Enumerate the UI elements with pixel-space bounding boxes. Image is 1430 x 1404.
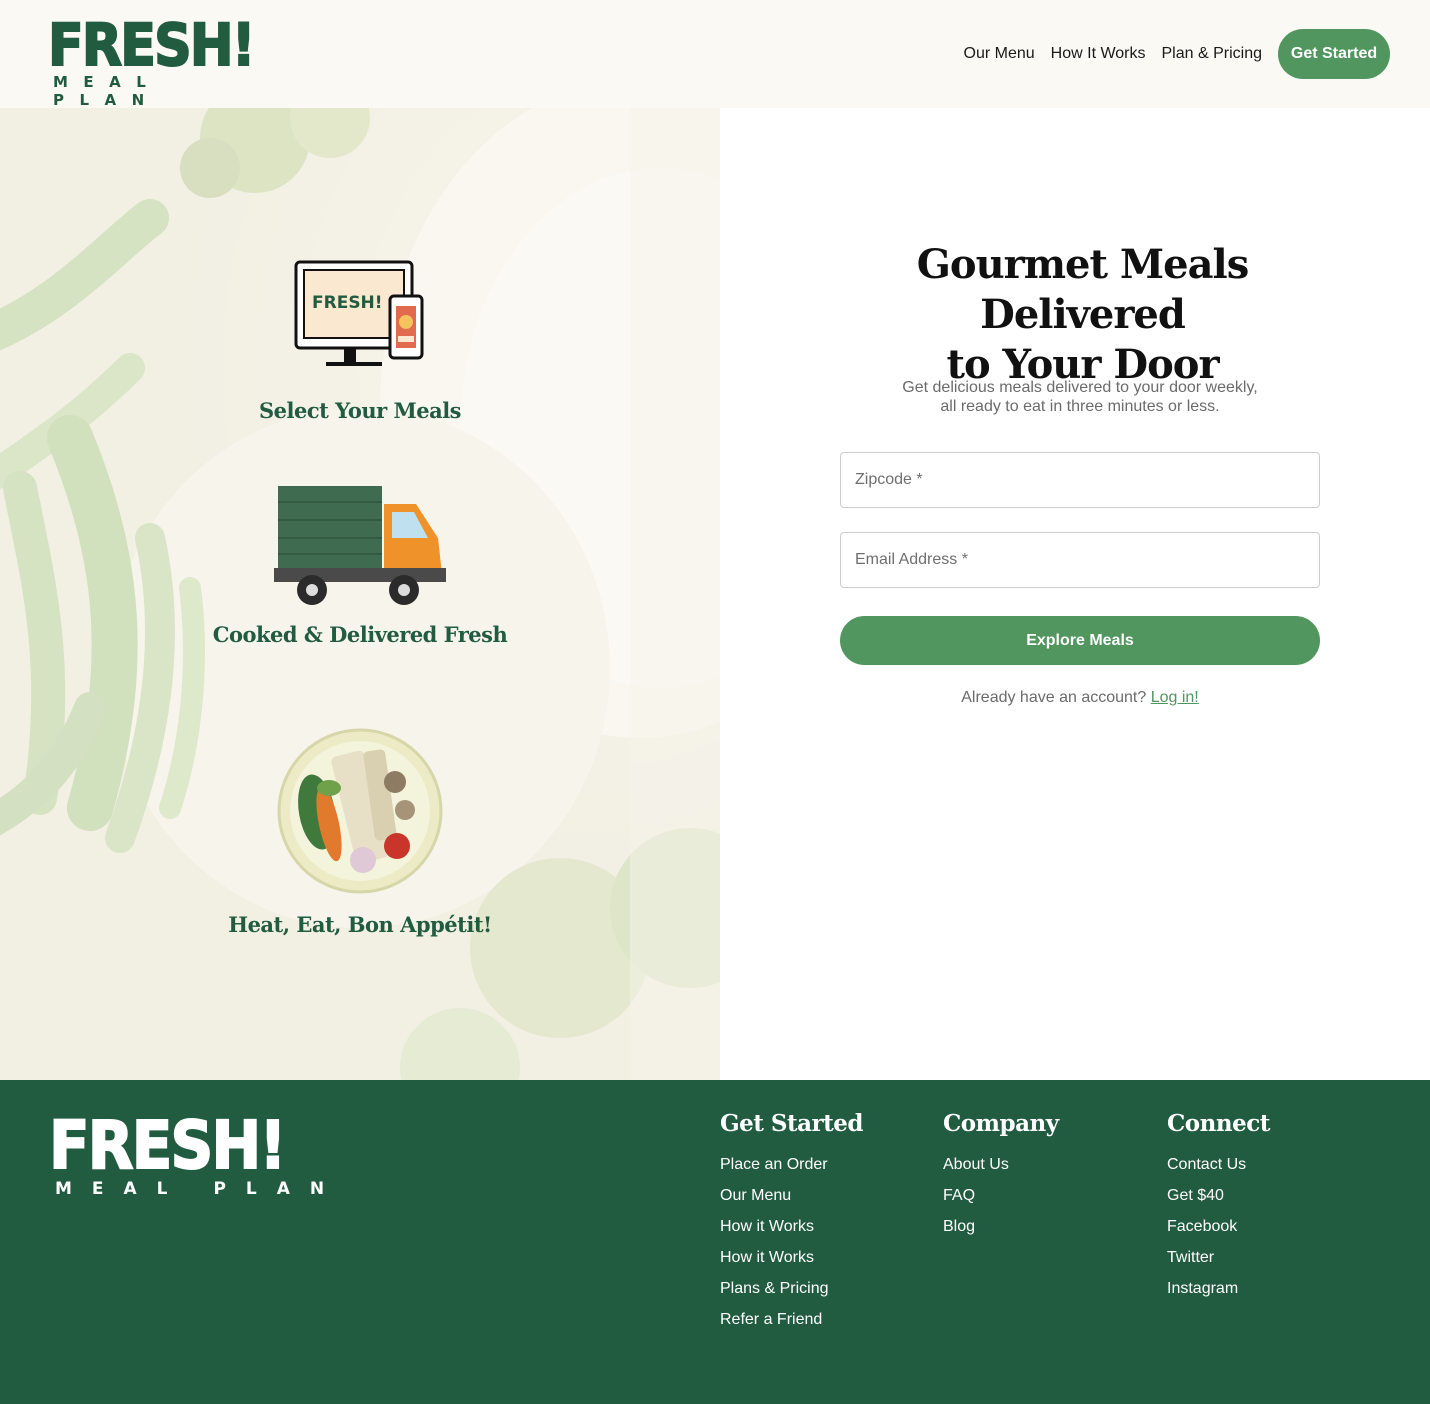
- footer-link-instagram[interactable]: Instagram: [1167, 1273, 1270, 1304]
- logo[interactable]: FRESH! MEAL PLAN: [47, 11, 258, 109]
- how-it-works-panel: FRESH! Select Your Meals Cooked & Delive…: [0, 108, 720, 1080]
- signup-panel: Gourmet Meals Delivered to Your Door Get…: [720, 108, 1430, 1080]
- hero-subtitle-line2: all ready to eat in three minutes or les…: [940, 398, 1220, 415]
- get-started-button[interactable]: Get Started: [1278, 29, 1390, 79]
- computer-phone-icon: FRESH!: [294, 260, 424, 366]
- footer-link-plans-pricing[interactable]: Plans & Pricing: [720, 1273, 863, 1304]
- zipcode-input[interactable]: [840, 452, 1320, 508]
- step-heat-eat: Heat, Eat, Bon Appétit!: [0, 728, 720, 937]
- footer-heading: Connect: [1167, 1110, 1270, 1137]
- footer-column-connect: Connect Contact Us Get $40 Facebook Twit…: [1167, 1110, 1270, 1304]
- explore-meals-button[interactable]: Explore Meals: [840, 616, 1320, 665]
- footer-link-refer-friend[interactable]: Refer a Friend: [720, 1304, 863, 1335]
- hero-subtitle-line1: Get delicious meals delivered to your do…: [902, 379, 1258, 396]
- site-footer: FRESH! MEAL PLAN Get Started Place an Or…: [0, 1080, 1430, 1404]
- step-cooked-delivered: Cooked & Delivered Fresh: [0, 482, 720, 647]
- footer-column-company: Company About Us FAQ Blog: [943, 1110, 1059, 1242]
- footer-column-get-started: Get Started Place an Order Our Menu How …: [720, 1110, 864, 1335]
- footer-heading: Get Started: [720, 1110, 864, 1137]
- login-prompt: Already have an account? Log in!: [840, 689, 1320, 707]
- footer-link-our-menu[interactable]: Our Menu: [720, 1180, 863, 1211]
- step-title: Cooked & Delivered Fresh: [212, 622, 508, 647]
- nav-how-it-works[interactable]: How It Works: [1051, 45, 1146, 63]
- main-nav: Our Menu How It Works Plan & Pricing Get…: [964, 0, 1390, 108]
- footer-link-faq[interactable]: FAQ: [943, 1180, 1059, 1211]
- login-prompt-text: Already have an account?: [961, 689, 1147, 706]
- logo-wordmark: FRESH!: [47, 11, 256, 79]
- nav-our-menu[interactable]: Our Menu: [964, 45, 1035, 63]
- meal-plate-icon: [277, 728, 443, 894]
- step-title: Select Your Meals: [259, 398, 462, 423]
- hero-subtitle: Get delicious meals delivered to your do…: [840, 378, 1320, 416]
- footer-link-blog[interactable]: Blog: [943, 1211, 1059, 1242]
- nav-plan-pricing[interactable]: Plan & Pricing: [1162, 45, 1263, 63]
- footer-logo-wordmark: FRESH!: [48, 1107, 287, 1184]
- login-link[interactable]: Log in!: [1151, 689, 1199, 706]
- footer-link-about-us[interactable]: About Us: [943, 1149, 1059, 1180]
- footer-link-how-it-works[interactable]: How it Works: [720, 1211, 863, 1242]
- footer-link-place-order[interactable]: Place an Order: [720, 1149, 863, 1180]
- footer-logo[interactable]: FRESH! MEAL PLAN: [48, 1107, 344, 1200]
- screen-logo-text: FRESH!: [312, 293, 383, 313]
- footer-link-twitter[interactable]: Twitter: [1167, 1242, 1270, 1273]
- step-title: Heat, Eat, Bon Appétit!: [228, 912, 492, 937]
- email-input[interactable]: [840, 532, 1320, 588]
- step-select-meals: FRESH! Select Your Meals: [0, 256, 720, 423]
- delivery-truck-icon: [274, 486, 446, 605]
- footer-link-how-it-works-2[interactable]: How it Works: [720, 1242, 863, 1273]
- footer-link-contact-us[interactable]: Contact Us: [1167, 1149, 1270, 1180]
- site-header: FRESH! MEAL PLAN Our Menu How It Works P…: [0, 0, 1430, 109]
- footer-link-get-40[interactable]: Get $40: [1167, 1180, 1270, 1211]
- hero-title: Gourmet Meals Delivered to Your Door: [820, 240, 1345, 390]
- footer-link-facebook[interactable]: Facebook: [1167, 1211, 1270, 1242]
- hero-title-line1: Gourmet Meals Delivered: [916, 241, 1250, 338]
- footer-heading: Company: [943, 1110, 1059, 1137]
